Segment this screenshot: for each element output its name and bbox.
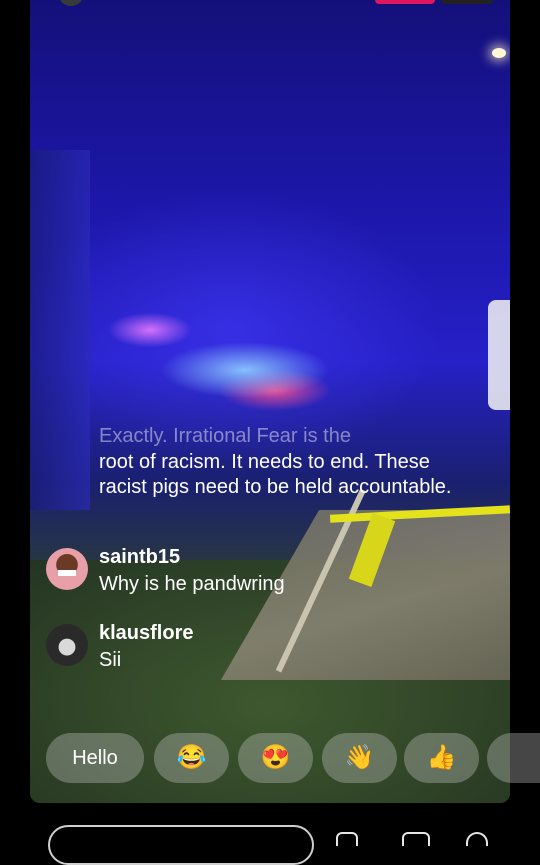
- comment-fading: Exactly. Irrational Fear is the root of …: [99, 424, 459, 501]
- comment-username[interactable]: saintb15: [99, 546, 180, 569]
- avatar[interactable]: [46, 624, 88, 666]
- hello-label: Hello: [72, 746, 118, 769]
- heart-eyes-emoji-chip[interactable]: 😍: [238, 733, 313, 783]
- thumbs-up-emoji-icon: 👍: [426, 744, 457, 771]
- comment-input[interactable]: [48, 825, 314, 865]
- thumbs-up-emoji-chip[interactable]: 👍: [404, 733, 479, 783]
- waving-hand-emoji-chip[interactable]: 👋: [322, 733, 397, 783]
- live-video[interactable]: [30, 0, 510, 803]
- avatar[interactable]: [46, 548, 88, 590]
- background-person: [488, 300, 510, 410]
- live-badge: [375, 0, 435, 4]
- comment-message: Why is he pandwring: [99, 573, 285, 595]
- more-reactions-chip[interactable]: [487, 733, 540, 783]
- comment-message: Sii: [99, 649, 122, 671]
- waving-hand-emoji-icon: 👋: [344, 744, 375, 771]
- send-icon[interactable]: [402, 832, 430, 846]
- camera-icon[interactable]: [336, 832, 358, 846]
- laughing-emoji-chip[interactable]: 😂: [154, 733, 229, 783]
- heart-eyes-emoji-icon: 😍: [260, 744, 291, 771]
- comment-fading-line1: Exactly. Irrational Fear is the: [99, 425, 351, 447]
- laughing-emoji-icon: 😂: [176, 744, 207, 771]
- street-light: [492, 48, 506, 58]
- background-tree: [30, 150, 90, 510]
- viewer-count-badge[interactable]: [441, 0, 493, 4]
- comment-username[interactable]: klausflore: [99, 622, 193, 645]
- comment-fading-text: root of racism. It needs to end. These r…: [99, 450, 452, 499]
- hello-chip[interactable]: Hello: [46, 733, 144, 783]
